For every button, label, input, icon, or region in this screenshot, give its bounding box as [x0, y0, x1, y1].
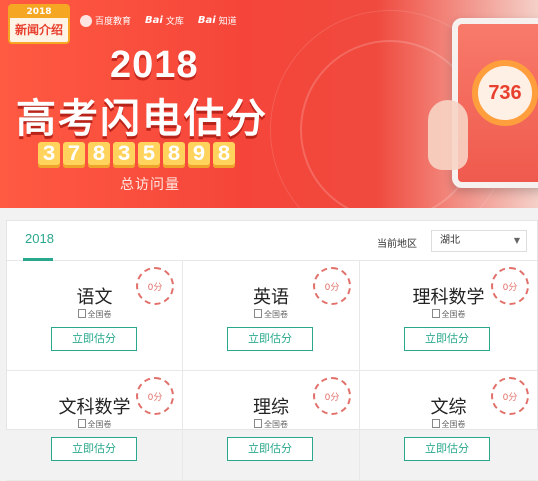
- score-value: 736: [488, 81, 522, 104]
- document-icon: [77, 309, 86, 318]
- subject-card-arts-math: 文科数学 全国卷 立即估分 0分: [7, 371, 183, 481]
- hero-banner: 2018 新闻介绍 百度教育 Bai 文库 Bai 知道 2018 高考闪电估分…: [0, 0, 538, 208]
- counter-label: 总访问量: [120, 177, 180, 193]
- baidu-logo-text: Bai: [197, 15, 216, 26]
- counter-digit: 3: [113, 142, 135, 168]
- counter-digit: 7: [63, 142, 85, 168]
- partner-label: 百度教育: [95, 17, 132, 27]
- subject-card-arts-comprehensive: 文综 全国卷 立即估分 0分: [360, 371, 537, 481]
- paper-type: 全国卷: [7, 419, 182, 430]
- document-icon: [254, 419, 262, 428]
- paper-type: 全国卷: [7, 309, 182, 320]
- paper-label: 全国卷: [264, 310, 288, 319]
- counter-digit: 8: [163, 142, 185, 168]
- score-stamp: 0分: [491, 377, 529, 415]
- tab-2018[interactable]: 2018: [25, 231, 54, 246]
- paper-type: 全国卷: [183, 419, 359, 430]
- baidu-logo-text: Bai: [145, 15, 163, 26]
- region-select[interactable]: 湖北 ▼: [431, 230, 527, 252]
- badge-name: 新闻介绍: [14, 23, 63, 37]
- estimate-button[interactable]: 立即估分: [51, 327, 137, 351]
- estimate-button[interactable]: 立即估分: [404, 437, 490, 461]
- event-badge: 2018 新闻介绍: [8, 4, 70, 44]
- paper-label: 全国卷: [441, 310, 466, 319]
- document-icon: [77, 419, 86, 428]
- panel-header: 2018 当前地区 湖北 ▼: [7, 221, 537, 261]
- counter-digit: 9: [188, 142, 210, 168]
- counter-digit: 8: [213, 142, 235, 168]
- counter-digit: 5: [138, 142, 160, 168]
- banner-title: 高考闪电估分: [16, 96, 268, 142]
- subject-card-science-comprehensive: 理综 全国卷 立即估分 0分: [183, 371, 360, 481]
- paper-type: 全国卷: [360, 419, 537, 430]
- region-label: 当前地区: [377, 239, 417, 250]
- counter-digit: 3: [38, 142, 60, 168]
- document-icon: [431, 309, 440, 318]
- paper-label: 全国卷: [87, 420, 112, 429]
- partner-baidu-edu[interactable]: 百度教育: [80, 14, 131, 27]
- subject-card-science-math: 理科数学 全国卷 立即估分 0分: [360, 261, 537, 371]
- banner-year: 2018: [110, 44, 199, 86]
- score-stamp: 0分: [313, 267, 351, 305]
- partner-label: 知道: [218, 17, 237, 27]
- score-stamp: 0分: [313, 377, 351, 415]
- partner-label: 文库: [165, 17, 184, 27]
- badge-year: 2018: [10, 6, 68, 18]
- document-icon: [431, 419, 440, 428]
- baidu-edu-icon: [80, 14, 92, 27]
- partner-baidu-wenku[interactable]: Bai 文库: [145, 14, 184, 27]
- paper-label: 全国卷: [441, 420, 466, 429]
- paper-type: 全国卷: [183, 309, 359, 320]
- partner-logos: 百度教育 Bai 文库 Bai 知道: [80, 14, 237, 27]
- partner-baidu-zhidao[interactable]: Bai 知道: [198, 14, 237, 27]
- estimate-button[interactable]: 立即估分: [227, 327, 313, 351]
- score-stamp: 0分: [136, 377, 174, 415]
- score-stamp: 0分: [136, 267, 174, 305]
- visit-counter: 3 7 8 3 5 8 9 8: [38, 142, 235, 168]
- subject-card-chinese: 语文 全国卷 立即估分 0分: [7, 261, 183, 371]
- subject-card-english: 英语 全国卷 立即估分 0分: [183, 261, 360, 371]
- subject-grid: 语文 全国卷 立即估分 0分 英语 全国卷 立即估分 0分 理科数学 全国卷 立…: [7, 261, 538, 481]
- score-stamp: 0分: [491, 267, 529, 305]
- hand-illustration: [428, 100, 468, 170]
- paper-type: 全国卷: [360, 309, 537, 320]
- chevron-down-icon: ▼: [513, 236, 520, 245]
- region-value: 湖北: [440, 235, 460, 246]
- paper-label: 全国卷: [87, 310, 112, 319]
- estimate-button[interactable]: 立即估分: [404, 327, 490, 351]
- document-icon: [254, 309, 262, 318]
- estimate-panel: 2018 当前地区 湖北 ▼ 语文 全国卷 立即估分 0分 英语 全国卷 立即估…: [6, 220, 538, 481]
- counter-digit: 8: [88, 142, 110, 168]
- estimate-button[interactable]: 立即估分: [227, 437, 313, 461]
- paper-label: 全国卷: [264, 420, 288, 429]
- estimate-button[interactable]: 立即估分: [51, 437, 137, 461]
- score-gauge: 736: [472, 60, 538, 126]
